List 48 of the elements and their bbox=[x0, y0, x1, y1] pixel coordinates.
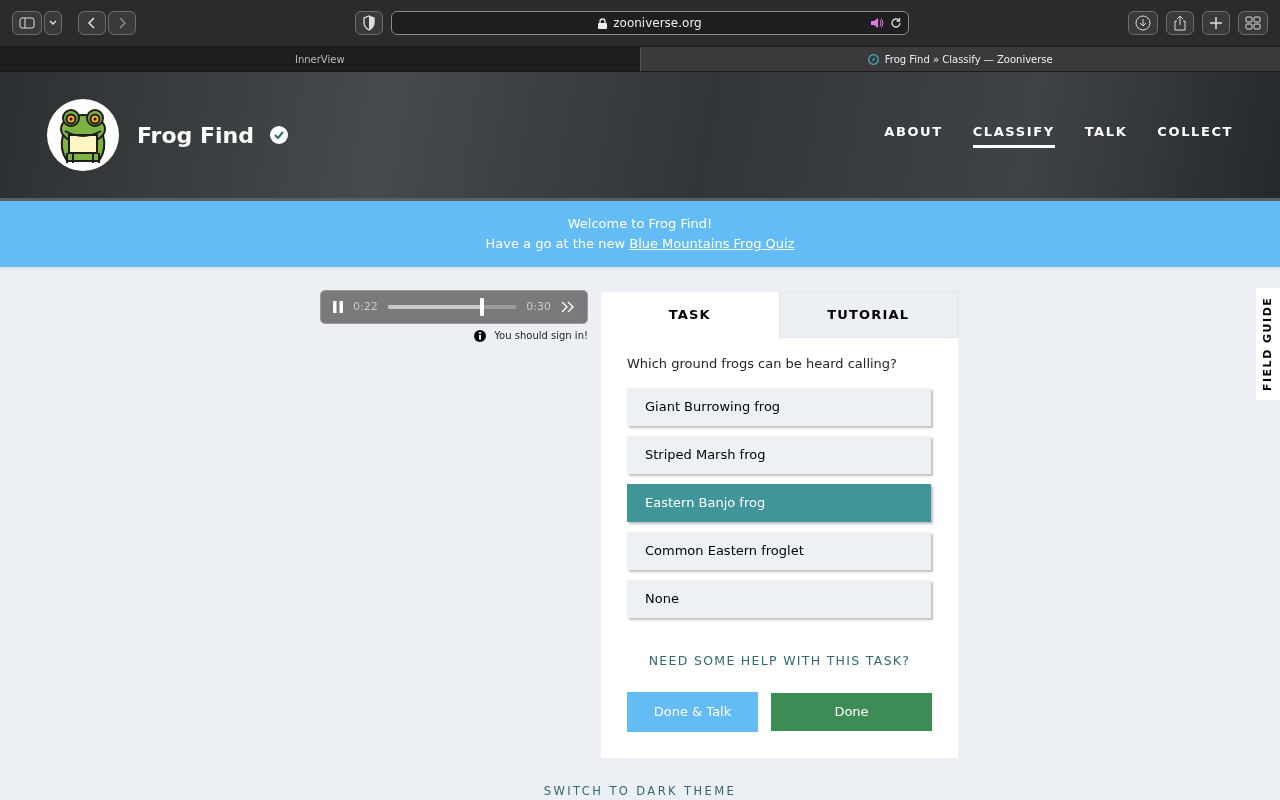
forward-button[interactable] bbox=[108, 11, 136, 35]
chevron-down-icon bbox=[48, 19, 58, 27]
pause-icon[interactable] bbox=[333, 301, 343, 313]
download-icon bbox=[1135, 15, 1151, 31]
speaker-icon[interactable] bbox=[870, 17, 884, 29]
nav-link[interactable]: ABOUT bbox=[884, 121, 943, 149]
privacy-button[interactable] bbox=[355, 11, 383, 35]
answer-option[interactable]: Striped Marsh frog bbox=[627, 435, 931, 474]
task-tab[interactable]: TUTORIAL bbox=[778, 292, 958, 338]
project-title[interactable]: Frog Find bbox=[137, 118, 254, 152]
info-icon bbox=[474, 329, 487, 342]
back-button[interactable] bbox=[78, 11, 106, 35]
seek-thumb[interactable] bbox=[479, 298, 484, 316]
share-button[interactable] bbox=[1166, 11, 1194, 35]
help-link[interactable]: NEED SOME HELP WITH THIS TASK? bbox=[648, 652, 911, 668]
new-tab-button[interactable] bbox=[1202, 11, 1230, 35]
nav-link[interactable]: CLASSIFY bbox=[972, 121, 1055, 149]
share-icon bbox=[1173, 15, 1187, 31]
address-bar[interactable]: zooniverse.org bbox=[391, 11, 909, 35]
plus-icon bbox=[1209, 16, 1223, 30]
grid-icon bbox=[1245, 16, 1261, 30]
answer-option[interactable]: Giant Burrowing frog bbox=[627, 387, 931, 426]
answer-option[interactable]: Eastern Banjo frog bbox=[627, 483, 931, 522]
browser-tab[interactable]: InnerView bbox=[0, 47, 641, 71]
current-time: 0:22 bbox=[353, 298, 378, 315]
task-question: Which ground frogs can be heard calling? bbox=[627, 355, 898, 373]
quiz-announcement: Have a go at the new Blue Mountains Frog Quiz bbox=[484, 235, 796, 253]
answer-option[interactable]: None bbox=[627, 579, 931, 618]
nav-link[interactable]: COLLECT bbox=[1157, 121, 1233, 149]
lock-icon bbox=[598, 17, 608, 29]
sidebar-icon bbox=[19, 17, 35, 29]
duration: 0:30 bbox=[526, 298, 551, 315]
reload-icon[interactable] bbox=[890, 17, 902, 29]
sidebar-button[interactable] bbox=[12, 11, 42, 35]
field-guide-tab[interactable]: FIELD GUIDE bbox=[1256, 288, 1280, 400]
url-text: zooniverse.org bbox=[613, 15, 702, 32]
shield-icon bbox=[362, 15, 376, 31]
sign-in-notice: You should sign in! bbox=[494, 329, 588, 343]
welcome-message: Welcome to Frog Find! bbox=[566, 215, 714, 233]
nav-link[interactable]: TALK bbox=[1084, 121, 1128, 149]
downloads-button[interactable] bbox=[1128, 11, 1158, 35]
dropdown-button[interactable] bbox=[44, 11, 62, 35]
done-button[interactable]: Done bbox=[771, 692, 932, 731]
tab-overview-button[interactable] bbox=[1238, 11, 1268, 35]
theme-switch-link[interactable]: SWITCH TO DARK THEME bbox=[543, 784, 737, 798]
answer-option[interactable]: Common Eastern froglet bbox=[627, 531, 931, 570]
compass-icon bbox=[867, 53, 879, 65]
fast-forward-icon[interactable] bbox=[561, 301, 575, 313]
